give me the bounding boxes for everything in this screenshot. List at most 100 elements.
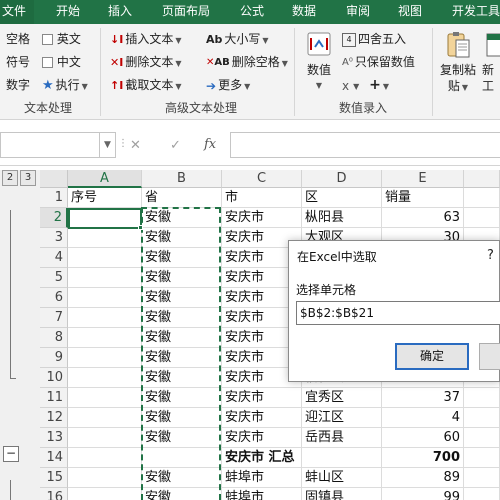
row-header-12[interactable]: 12 <box>40 408 68 428</box>
ok-button[interactable]: 确定 <box>395 343 469 370</box>
cell-b9[interactable]: 安徽 <box>142 348 222 368</box>
tab-view[interactable]: 视图 <box>398 0 422 24</box>
drag-handle-icon[interactable]: ⋮ <box>118 138 128 149</box>
copy-paste-button[interactable]: 复制粘 贴 ▼ <box>438 30 478 96</box>
cell-b5[interactable]: 安徽 <box>142 268 222 288</box>
help-icon[interactable]: ? <box>487 248 494 263</box>
range-reference-input[interactable]: $B$2:$B$21 <box>296 301 500 325</box>
cancel-button[interactable] <box>479 343 500 370</box>
cell-c16[interactable]: 蚌埠市 <box>222 488 302 500</box>
tab-developer[interactable]: 开发工具 <box>452 0 500 24</box>
option-english[interactable]: 英文 <box>42 30 81 48</box>
cell-d13[interactable]: 岳西县 <box>302 428 382 448</box>
cell-a12[interactable] <box>68 408 142 428</box>
option-symbol[interactable]: 符号 <box>6 53 30 71</box>
row-header-13[interactable]: 13 <box>40 428 68 448</box>
row-header-7[interactable]: 7 <box>40 308 68 328</box>
row-header-2[interactable]: 2 <box>40 208 68 228</box>
round-button[interactable]: 4 四舍五入 <box>342 30 406 48</box>
column-header-d[interactable]: D <box>302 170 382 188</box>
cell-a5[interactable] <box>68 268 142 288</box>
cell-b13[interactable]: 安徽 <box>142 428 222 448</box>
cell-b15[interactable]: 安徽 <box>142 468 222 488</box>
cell-f15[interactable] <box>464 468 500 488</box>
new-workbook-button[interactable]: 新 工 <box>482 30 500 94</box>
insert-function-icon[interactable]: fx <box>204 137 216 152</box>
option-space[interactable]: 空格 <box>6 30 30 48</box>
cell-c11[interactable]: 安庆市 <box>222 388 302 408</box>
cell-b7[interactable]: 安徽 <box>142 308 222 328</box>
chevron-down-icon[interactable]: ▼ <box>100 132 116 158</box>
case-button[interactable]: Ab 大小写 ▼ <box>206 30 269 48</box>
cell-b12[interactable]: 安徽 <box>142 408 222 428</box>
cell-d11[interactable]: 宜秀区 <box>302 388 382 408</box>
cell-c1[interactable]: 市 <box>222 188 302 208</box>
keep-value-button[interactable]: A⁰ 只保留数值 <box>342 53 415 71</box>
cell-e14[interactable]: 700 <box>382 448 464 468</box>
cell-b6[interactable]: 安徽 <box>142 288 222 308</box>
cell-d16[interactable]: 固镇县 <box>302 488 382 500</box>
cell-b16[interactable]: 安徽 <box>142 488 222 500</box>
cell-d15[interactable]: 蚌山区 <box>302 468 382 488</box>
row-header-6[interactable]: 6 <box>40 288 68 308</box>
numeric-button[interactable]: 数值 ▼ <box>302 30 336 96</box>
name-box[interactable] <box>0 132 100 158</box>
cell-d14[interactable] <box>302 448 382 468</box>
column-header-a[interactable]: A <box>68 170 142 188</box>
cell-a10[interactable] <box>68 368 142 388</box>
cell-b8[interactable]: 安徽 <box>142 328 222 348</box>
tab-data[interactable]: 数据 <box>292 0 316 24</box>
cell-c15[interactable]: 蚌埠市 <box>222 468 302 488</box>
row-header-15[interactable]: 15 <box>40 468 68 488</box>
row-header-8[interactable]: 8 <box>40 328 68 348</box>
cell-e12[interactable]: 4 <box>382 408 464 428</box>
tab-home[interactable]: 开始 <box>56 0 80 24</box>
cell-b10[interactable]: 安徽 <box>142 368 222 388</box>
cell-d12[interactable]: 迎江区 <box>302 408 382 428</box>
confirm-formula-icon[interactable]: ✓ <box>170 138 181 153</box>
cell-a6[interactable] <box>68 288 142 308</box>
cell-e15[interactable]: 89 <box>382 468 464 488</box>
option-number[interactable]: 数字 <box>6 76 30 94</box>
cell-b3[interactable]: 安徽 <box>142 228 222 248</box>
row-header-11[interactable]: 11 <box>40 388 68 408</box>
remove-space-button[interactable]: ✕AB 删除空格 ▼ <box>206 53 288 71</box>
tab-review[interactable]: 审阅 <box>346 0 370 24</box>
plus-button[interactable]: ⅹ ▼ + ▼ <box>342 76 389 94</box>
collapse-group-button[interactable]: − <box>3 446 19 462</box>
cell-f11[interactable] <box>464 388 500 408</box>
cell-d1[interactable]: 区 <box>302 188 382 208</box>
column-header-c[interactable]: C <box>222 170 302 188</box>
cell-a11[interactable] <box>68 388 142 408</box>
cancel-formula-icon[interactable]: ✕ <box>130 138 141 153</box>
tab-formulas[interactable]: 公式 <box>240 0 264 24</box>
cell-a7[interactable] <box>68 308 142 328</box>
cell-a4[interactable] <box>68 248 142 268</box>
row-header-16[interactable]: 16 <box>40 488 68 500</box>
row-header-3[interactable]: 3 <box>40 228 68 248</box>
cell-a16[interactable] <box>68 488 142 500</box>
row-header-5[interactable]: 5 <box>40 268 68 288</box>
column-header-e[interactable]: E <box>382 170 464 188</box>
tab-page-layout[interactable]: 页面布局 <box>162 0 210 24</box>
checkbox-icon[interactable] <box>42 57 53 68</box>
cell-f16[interactable] <box>464 488 500 500</box>
tab-insert[interactable]: 插入 <box>108 0 132 24</box>
cell-f13[interactable] <box>464 428 500 448</box>
cell-e11[interactable]: 37 <box>382 388 464 408</box>
cell-a14[interactable] <box>68 448 142 468</box>
cell-a8[interactable] <box>68 328 142 348</box>
extract-text-button[interactable]: ↑I 截取文本 ▼ <box>110 76 181 94</box>
delete-text-button[interactable]: ✕I 删除文本 ▼ <box>110 53 181 71</box>
cell-b1[interactable]: 省 <box>142 188 222 208</box>
more-button[interactable]: ➔ 更多 ▼ <box>206 76 250 94</box>
row-header-9[interactable]: 9 <box>40 348 68 368</box>
select-all-corner[interactable] <box>40 170 68 188</box>
column-header-b[interactable]: B <box>142 170 222 188</box>
cell-c2[interactable]: 安庆市 <box>222 208 302 228</box>
row-header-1[interactable]: 1 <box>40 188 68 208</box>
cell-b4[interactable]: 安徽 <box>142 248 222 268</box>
cell-e1[interactable]: 销量 <box>382 188 464 208</box>
formula-input[interactable] <box>230 132 500 158</box>
cell-c14[interactable]: 安庆市 汇总 <box>222 448 302 468</box>
